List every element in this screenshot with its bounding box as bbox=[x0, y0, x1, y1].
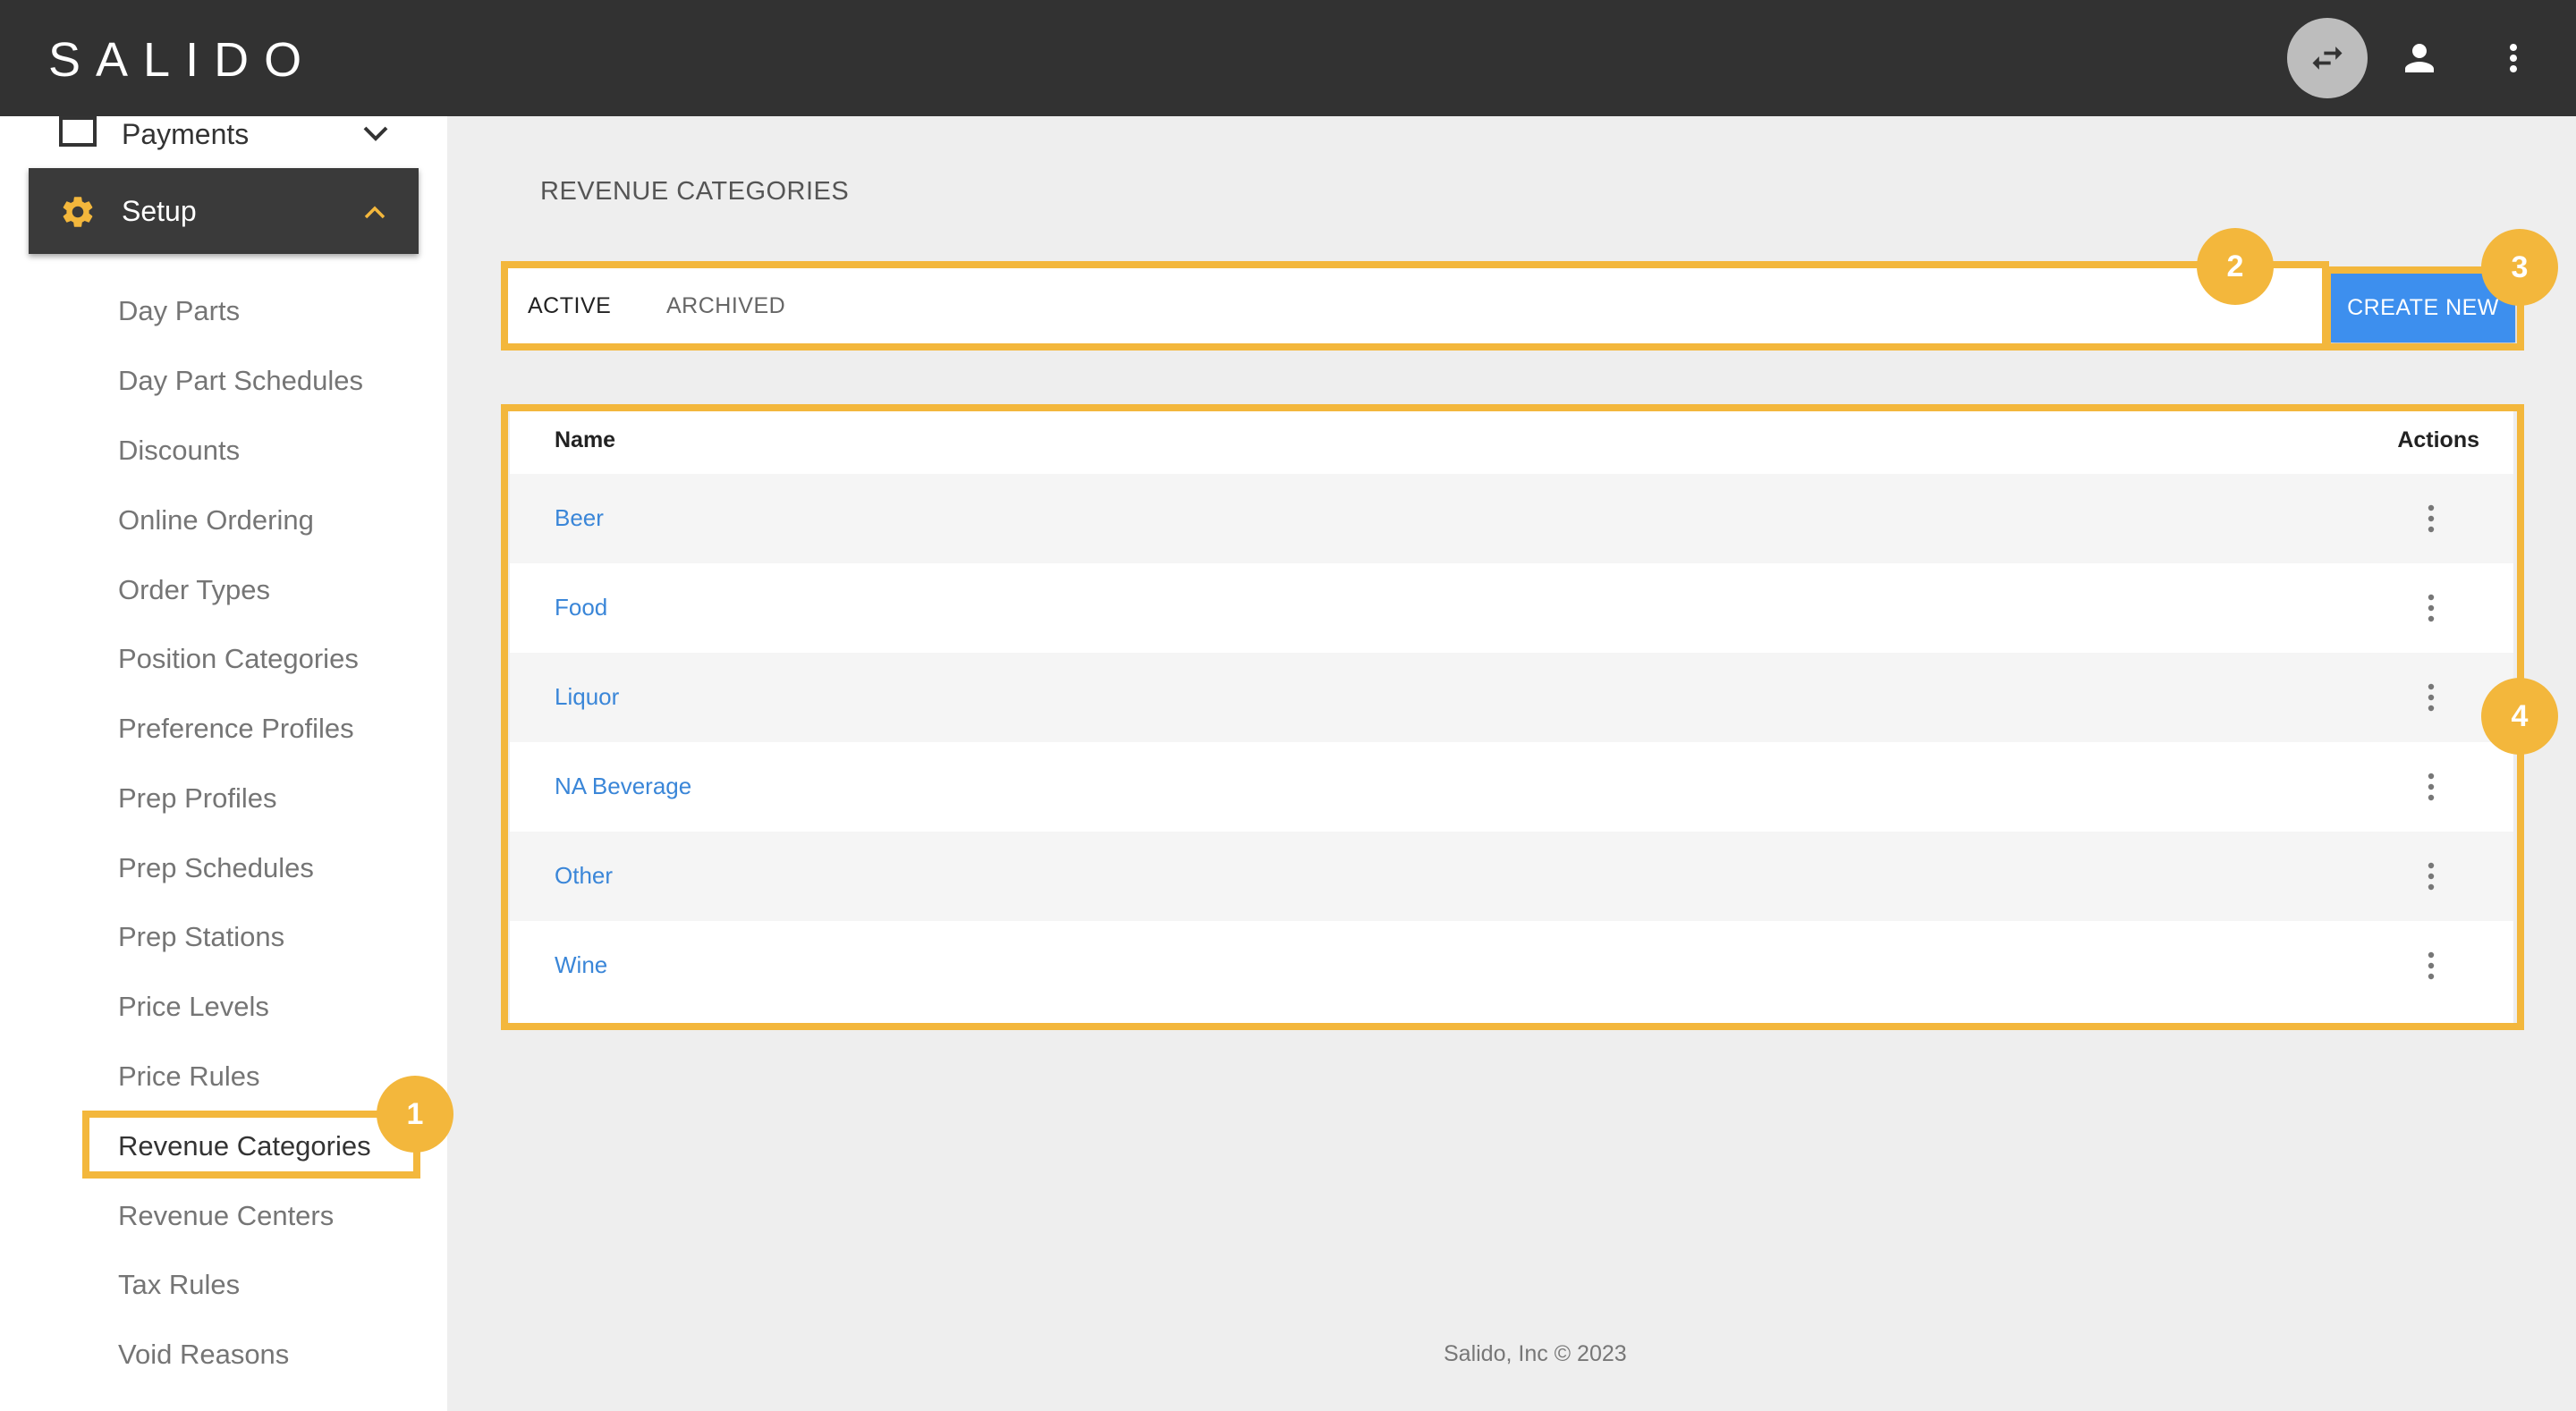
revenue-categories-table: Name Actions Beer Food Liquor NA Beverag… bbox=[510, 410, 2513, 1025]
sidebar-item-price-rules[interactable]: Price Rules bbox=[118, 1050, 260, 1103]
swap-location-button[interactable] bbox=[2287, 18, 2368, 98]
sidebar-item-revenue-categories[interactable]: Revenue Categories bbox=[118, 1120, 371, 1173]
row-actions-button[interactable] bbox=[2422, 948, 2440, 984]
more-vert-icon bbox=[2428, 504, 2435, 533]
more-vert-icon bbox=[2428, 773, 2435, 801]
status-tabs: ACTIVE ARCHIVED bbox=[508, 268, 2322, 343]
row-actions-button[interactable] bbox=[2422, 501, 2440, 537]
top-app-bar: SALIDO bbox=[0, 0, 2576, 116]
tab-active[interactable]: ACTIVE bbox=[528, 293, 611, 319]
sidebar-item-prep-stations[interactable]: Prep Stations bbox=[118, 910, 284, 964]
sidebar: Payments Setup Day Parts Day Part Schedu… bbox=[0, 116, 447, 1411]
row-name-link[interactable]: NA Beverage bbox=[555, 773, 691, 800]
table-row: Food bbox=[510, 563, 2513, 653]
table-row: Beer bbox=[510, 474, 2513, 563]
row-actions-button[interactable] bbox=[2422, 590, 2440, 626]
logo-text: SALIDO bbox=[48, 33, 318, 87]
tab-archived[interactable]: ARCHIVED bbox=[666, 293, 785, 319]
account-button[interactable] bbox=[2379, 18, 2460, 98]
sidebar-item-preference-profiles[interactable]: Preference Profiles bbox=[118, 702, 354, 756]
annotation-badge-1: 1 bbox=[377, 1076, 453, 1153]
annotation-badge-4: 4 bbox=[2481, 678, 2558, 755]
annotation-badge-2: 2 bbox=[2197, 228, 2274, 305]
sidebar-item-payments[interactable]: Payments bbox=[0, 116, 447, 170]
row-name-link[interactable]: Liquor bbox=[555, 683, 619, 711]
salido-logo[interactable]: SALIDO bbox=[48, 32, 317, 88]
row-name-link[interactable]: Food bbox=[555, 594, 607, 621]
row-name-link[interactable]: Beer bbox=[555, 504, 604, 532]
footer-copyright: Salido, Inc © 2023 bbox=[1444, 1341, 1627, 1366]
table-row: Liquor bbox=[510, 653, 2513, 742]
annotation-badge-3: 3 bbox=[2481, 229, 2558, 306]
more-options-button[interactable] bbox=[2473, 18, 2554, 98]
table-row: Wine bbox=[510, 921, 2513, 1010]
row-actions-button[interactable] bbox=[2422, 680, 2440, 715]
sidebar-item-price-levels[interactable]: Price Levels bbox=[118, 980, 269, 1034]
sidebar-item-discounts[interactable]: Discounts bbox=[118, 424, 240, 477]
sidebar-item-day-parts[interactable]: Day Parts bbox=[118, 284, 240, 338]
sidebar-item-prep-schedules[interactable]: Prep Schedules bbox=[118, 841, 314, 895]
sidebar-item-revenue-centers[interactable]: Revenue Centers bbox=[118, 1189, 334, 1243]
sidebar-item-prep-profiles[interactable]: Prep Profiles bbox=[118, 772, 276, 825]
column-header-name: Name bbox=[555, 427, 616, 452]
chevron-down-icon bbox=[362, 125, 389, 148]
chevron-up-icon bbox=[363, 204, 386, 224]
sidebar-item-online-ordering[interactable]: Online Ordering bbox=[118, 494, 314, 547]
page-title: REVENUE CATEGORIES bbox=[540, 177, 850, 206]
table-row: NA Beverage bbox=[510, 742, 2513, 832]
account-icon bbox=[2405, 44, 2434, 72]
sidebar-item-tax-rules[interactable]: Tax Rules bbox=[118, 1258, 240, 1312]
table-header: Name Actions bbox=[510, 410, 2513, 474]
sidebar-item-label: Payments bbox=[122, 118, 250, 150]
row-actions-button[interactable] bbox=[2422, 769, 2440, 805]
more-vert-icon bbox=[2510, 44, 2517, 72]
row-actions-button[interactable] bbox=[2422, 858, 2440, 894]
table-row: Other bbox=[510, 832, 2513, 921]
sidebar-item-order-types[interactable]: Order Types bbox=[118, 563, 270, 617]
sidebar-item-void-reasons[interactable]: Void Reasons bbox=[118, 1328, 289, 1381]
more-vert-icon bbox=[2428, 683, 2435, 712]
sidebar-item-day-part-schedules[interactable]: Day Part Schedules bbox=[118, 354, 363, 408]
swap-horiz-icon bbox=[2312, 46, 2343, 70]
more-vert-icon bbox=[2428, 862, 2435, 891]
column-header-actions: Actions bbox=[2397, 427, 2479, 452]
row-name-link[interactable]: Wine bbox=[555, 951, 607, 979]
gear-icon bbox=[59, 193, 97, 235]
row-name-link[interactable]: Other bbox=[555, 862, 613, 890]
sidebar-item-position-categories[interactable]: Position Categories bbox=[118, 632, 359, 686]
sidebar-item-label: Setup bbox=[122, 195, 197, 227]
more-vert-icon bbox=[2428, 951, 2435, 980]
sidebar-item-setup[interactable]: Setup bbox=[29, 168, 419, 254]
more-vert-icon bbox=[2428, 594, 2435, 622]
payment-card-icon bbox=[59, 116, 97, 151]
